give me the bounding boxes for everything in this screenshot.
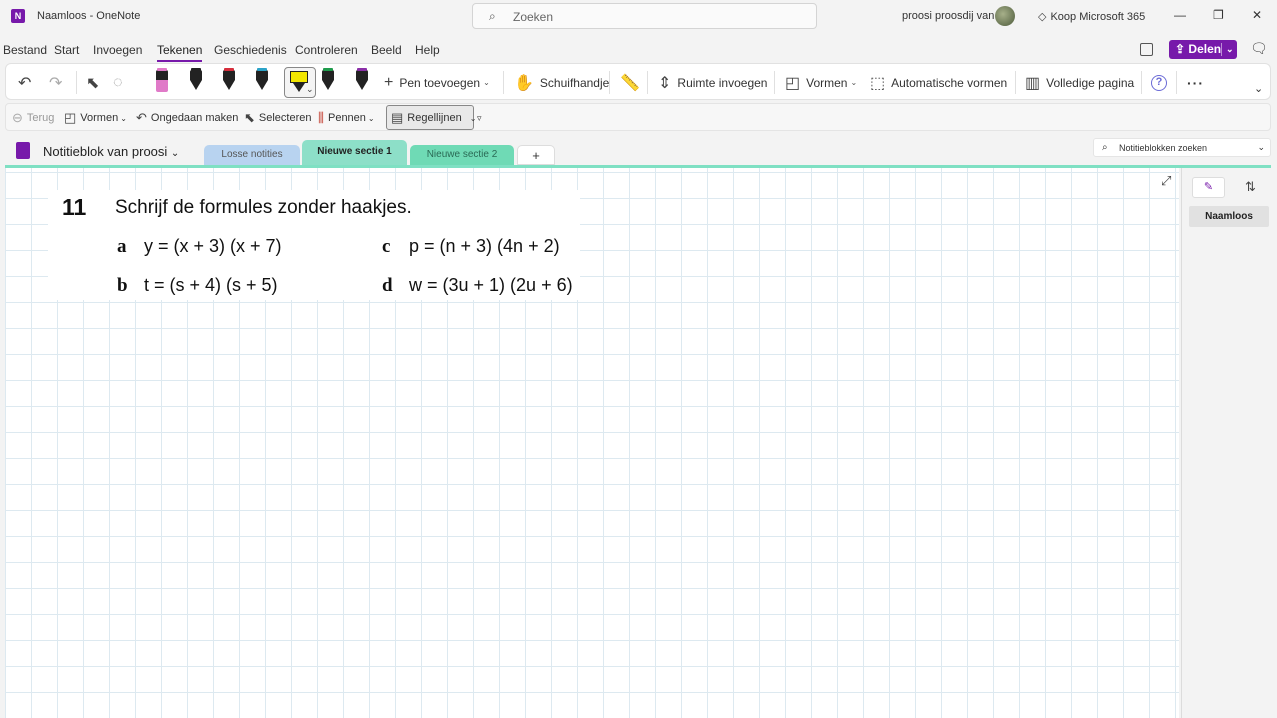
tab-nieuwe-sectie-2[interactable]: Nieuwe sectie 2 [410,145,514,165]
full-page-icon: ▥ [1025,74,1041,92]
select-arrow-icon: ⬉ [244,110,255,125]
add-pen-button[interactable]: + Pen toevoegen ⌄ [384,64,490,101]
expand-ribbon-icon[interactable]: ⌄ [1254,70,1263,107]
chevron-down-icon[interactable]: ⌄ [306,84,314,95]
menu-invoegen[interactable]: Invoegen [93,43,142,57]
share-button[interactable]: ⇪ Delen ⌄ [1169,40,1237,59]
tab-losse-notities[interactable]: Losse notities [204,145,300,165]
pages-pane [1181,168,1277,718]
diamond-icon: ◇ [1038,11,1047,23]
ruler-icon[interactable]: 📏 [620,64,646,101]
share-icon: ⇪ [1175,42,1186,56]
rule-lines-icon: ▤ [391,110,404,125]
exercise-image[interactable]: 11 Schrijf de formules zonder haakjes. a… [48,190,580,300]
search-input[interactable]: ⌕ Zoeken [472,3,817,29]
select-arrow-icon[interactable]: ⬉ [86,64,105,101]
undo-icon: ↶ [136,110,147,125]
notebook-icon [16,142,30,159]
comment-icon[interactable]: 🗨 [1250,40,1268,57]
avatar[interactable] [995,6,1015,26]
exercise-number: 11 [62,194,87,220]
pen-black-icon[interactable] [189,68,203,96]
pen-red-icon[interactable] [222,68,236,96]
pens-icon: ⫼ [318,110,324,125]
menu-tekenen[interactable]: Tekenen [157,43,203,62]
menu-controleren[interactable]: Controleren [295,43,358,57]
select-quick-button[interactable]: ⬉ Selecteren [244,104,312,132]
shapes-button[interactable]: ◰ Vormen ⌄ [785,64,857,101]
title-bar: N Naamloos - OneNote ⌕ Zoeken proosi pro… [0,0,1277,34]
menu-bestand[interactable]: Bestand [3,43,47,57]
add-page-button[interactable]: ✎ [1192,177,1225,198]
plus-icon: + [384,73,394,91]
shapes-icon: ◰ [64,110,77,125]
window-title: Naamloos - OneNote [37,10,141,22]
back-button[interactable]: ⊖ Terug [12,104,54,132]
hand-icon: ✋ [514,74,534,92]
customize-toolbar-icon[interactable]: ▿ [477,104,482,132]
redo-icon[interactable]: ↷ [49,64,68,101]
pen-purple-icon[interactable] [355,68,369,96]
shapes-quick-button[interactable]: ◰ Vormen ⌄ [64,104,127,132]
exercise-title: Schrijf de formules zonder haakjes. [115,197,412,218]
chevron-down-icon: ⌄ [1257,142,1265,152]
rule-lines-button[interactable]: ▤ Regellijnen ⌄ [386,105,476,130]
pen-green-icon[interactable] [321,68,335,96]
notebook-list-icon[interactable] [1140,43,1153,56]
pan-button[interactable]: ✋ Schuifhandje [514,64,609,101]
expand-icon[interactable]: ⤢ [1161,173,1171,189]
more-options-button[interactable]: ··· [1187,64,1204,101]
menu-start[interactable]: Start [54,43,79,57]
tab-nieuwe-sectie-1[interactable]: Nieuwe sectie 1 [302,140,407,166]
marker-pink-icon[interactable] [155,68,169,96]
auto-shapes-button[interactable]: ⬚ Automatische vormen [870,64,1007,101]
notebook-selector[interactable]: Notitieblok van proosi ⌄ [43,144,179,159]
undo-icon[interactable]: ↶ [18,64,37,101]
help-icon: ? [1151,74,1167,91]
menu-beeld[interactable]: Beeld [371,43,402,57]
menu-geschiedenis[interactable]: Geschiedenis [214,43,287,57]
highlighter-yellow-selected[interactable]: ⌄ [284,67,316,98]
menu-bar: Bestand Start Invoegen Tekenen Geschiede… [0,38,1277,62]
add-section-button[interactable]: + [517,145,555,165]
search-icon: ⌕ [489,9,496,23]
sort-icon[interactable]: ⇅ [1245,179,1256,195]
help-button[interactable]: ? [1151,64,1167,101]
pen-blue-icon[interactable] [255,68,269,96]
notebook-search-input[interactable]: ⌕ Notitieblokken zoeken ⌄ [1093,138,1271,157]
quick-toolbar: ⊖ Terug ◰ Vormen ⌄ ↶ Ongedaan maken ⬉ Selecte… [5,103,1271,131]
restore-icon[interactable]: ❐ [1213,8,1224,22]
undo-quick-button[interactable]: ↶ Ongedaan maken [136,104,238,132]
buy-microsoft-365-button[interactable]: ◇ Koop Microsoft 365 [1038,10,1145,23]
user-name[interactable]: proosi proosdij van [902,10,994,22]
pens-quick-button[interactable]: ⫼ Pennen ⌄ [318,104,375,132]
insert-space-icon: ⇕ [658,74,672,92]
search-icon: ⌕ [1102,142,1108,153]
lasso-icon[interactable]: ◌ [113,64,129,101]
menu-help[interactable]: Help [415,43,440,57]
back-icon: ⊖ [12,110,23,125]
section-bar: Notitieblok van proosi ⌄ Losse notities … [0,135,1277,167]
shapes-icon: ◰ [785,74,801,92]
close-icon[interactable]: ✕ [1252,8,1262,22]
onenote-logo-icon: N [11,9,25,23]
search-placeholder: Zoeken [513,10,554,24]
full-page-button[interactable]: ▥ Volledige pagina [1025,64,1134,101]
add-page-icon: ✎ [1203,181,1214,193]
ribbon: ↶ ↷ ⬉ ◌ ⌄ + Pen toevoegen ⌄ ✋ Schuifhandje … [5,63,1271,100]
auto-shapes-icon: ⬚ [870,74,886,92]
page-item-naamloos[interactable]: Naamloos [1189,206,1269,227]
minimize-icon[interactable]: — [1174,8,1186,22]
chevron-down-icon[interactable]: ⌄ [1226,40,1234,59]
insert-space-button[interactable]: ⇕ Ruimte invoegen [658,64,767,101]
